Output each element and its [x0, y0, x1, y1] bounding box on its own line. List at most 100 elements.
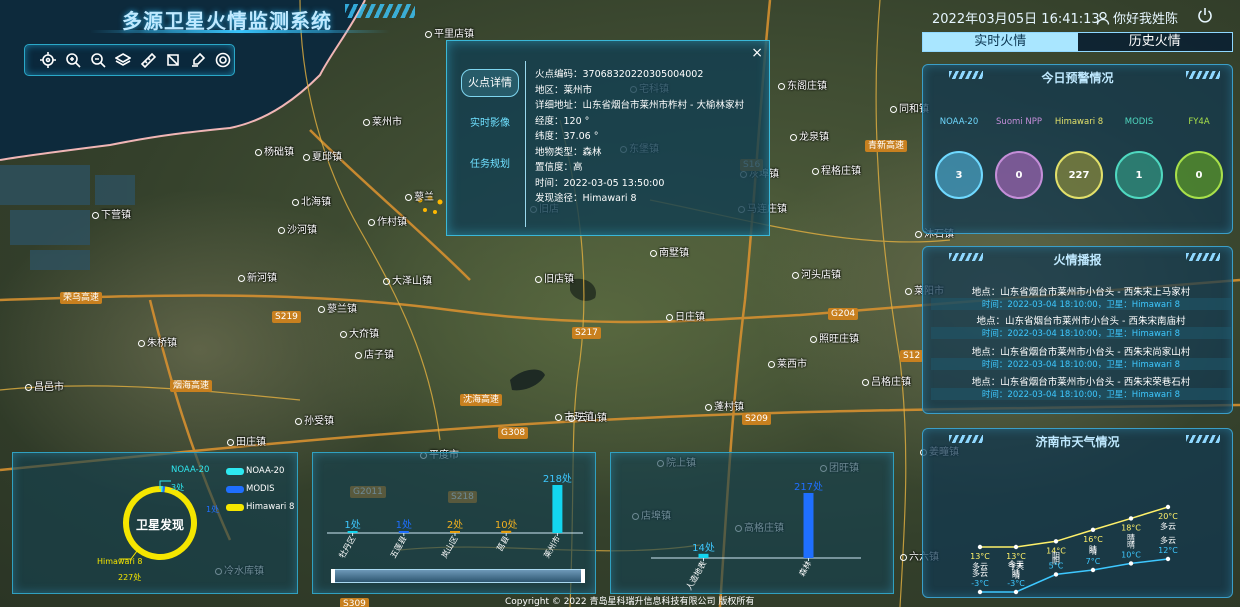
map-place-label: 蓼兰	[405, 188, 434, 203]
broadcast-title: 火情播报	[1053, 253, 1102, 267]
weather-high-point	[977, 544, 983, 550]
tab-history[interactable]: 历史火情	[1077, 33, 1232, 51]
chart-bar[interactable]	[450, 531, 460, 533]
weather-high-point	[1013, 544, 1019, 550]
landtype-chart: 14处人造地表 217处森林	[651, 481, 861, 592]
sat-label-himawari: Himawari 8	[1054, 117, 1104, 127]
map-place-label: 下营镇	[92, 206, 131, 221]
chart-bar[interactable]	[347, 531, 358, 533]
area-icon[interactable]	[164, 52, 181, 69]
legend-swatch-himawari	[226, 504, 244, 511]
chart-scroll-bar[interactable]	[331, 569, 585, 583]
map-road-label: S217	[572, 327, 601, 339]
discover-panel: 卫星发现 NOAA-20 3处 1处 Himawari 8 227处 NOAA-…	[12, 452, 298, 594]
legend-swatch-noaa	[226, 468, 244, 475]
map-place-label: 南墅镇	[650, 244, 689, 259]
sat-count-himawari[interactable]: 227	[1055, 151, 1103, 199]
layers-icon[interactable]	[114, 52, 131, 69]
zoom-in-icon[interactable]	[64, 52, 81, 69]
map-road-label: S309	[340, 598, 369, 607]
map-road-label: S209	[742, 413, 771, 425]
broadcast-place-3[interactable]: 地点：山东省烟台市莱州市小台头 - 西朱宋尚家山村	[931, 344, 1231, 358]
measure-icon[interactable]	[139, 52, 156, 69]
weather-low-temp-label: 10°C	[1121, 550, 1141, 559]
discover-bottom-label: Himawari 8	[97, 557, 143, 566]
chart-bar[interactable]	[398, 531, 409, 533]
chart-value-label: 2处	[447, 519, 463, 531]
tab-realtime-image[interactable]: 实时影像	[461, 114, 519, 134]
weather-high-point	[1165, 504, 1171, 510]
scroll-handle-left[interactable]	[331, 569, 335, 583]
chart-category-label: 人造地表	[684, 559, 709, 592]
sat-count-noaa[interactable]: 3	[935, 151, 983, 199]
fire-detail-popup: × 火点详情 实时影像 任务规划 火点编码：370683202203050040…	[446, 40, 770, 236]
fire-info: 火点编码：37068320220305004002 地区：莱州市 详细地址：山东…	[535, 67, 744, 207]
title-stripes	[345, 4, 415, 18]
map-place-label: 蓼兰镇	[318, 300, 357, 315]
weather-low-cond-label: 晴	[1089, 546, 1097, 556]
tab-fire-detail[interactable]: 火点详情	[461, 69, 519, 97]
map-place-label: 照旺庄镇	[810, 330, 859, 345]
legend-label-modis: MODIS	[246, 484, 275, 494]
map-place-label: 大夼镇	[340, 325, 379, 340]
close-icon[interactable]: ×	[751, 45, 763, 61]
chart-category-label: 五莲县	[388, 534, 409, 560]
scroll-handle-right[interactable]	[581, 569, 585, 583]
weather-low-temp-label: -3°C	[971, 579, 989, 588]
locate-icon[interactable]	[39, 52, 56, 69]
tab-task-planning[interactable]: 任务规划	[461, 155, 519, 175]
clear-icon[interactable]	[189, 52, 206, 69]
sat-count-npp[interactable]: 0	[995, 151, 1043, 199]
map-place-label: 东阁庄镇	[778, 77, 827, 92]
chart-bar[interactable]	[501, 530, 512, 533]
weather-high-point	[1090, 527, 1096, 533]
weather-high-cond-label: 多云	[1160, 521, 1176, 531]
map-place-label: 朱桥镇	[138, 334, 177, 349]
weather-low-cond-label: 阴	[1052, 551, 1060, 560]
popup-divider	[525, 61, 526, 227]
legend-label-himawari: Himawari 8	[246, 502, 295, 512]
sat-count-modis[interactable]: 1	[1115, 151, 1163, 199]
weather-low-temp-label: 12°C	[1158, 546, 1178, 555]
map-place-label: 北海镇	[292, 193, 331, 208]
map-place-label: 田庄镇	[227, 433, 266, 448]
app-title: 多源卫星火情监测系统	[122, 9, 332, 33]
chart-bar[interactable]	[803, 493, 814, 558]
sat-count-fy4a[interactable]: 0	[1175, 151, 1223, 199]
fire-longitude: 经度：120 °	[535, 115, 590, 127]
user-menu[interactable]: 你好我姓陈	[1096, 8, 1178, 27]
landtype-chart-panel: 14处 人造地表 217处 森林	[610, 452, 894, 594]
broadcast-time-2: 时间：2022-03-04 18:10:00，卫星：Himawari 8	[931, 327, 1231, 339]
weather-low-point	[977, 589, 983, 595]
discover-bottom-value: 227处	[118, 573, 142, 582]
weather-low-point	[1128, 561, 1134, 566]
zoom-out-icon[interactable]	[89, 52, 106, 69]
chart-bar[interactable]	[698, 553, 709, 558]
power-icon[interactable]	[1197, 7, 1213, 23]
map-place-label: 杨础镇	[255, 143, 294, 158]
map-road-label: 荣乌高速	[60, 292, 103, 304]
weather-low-temp-label: -3°C	[1007, 579, 1025, 588]
chart-bar[interactable]	[552, 485, 563, 533]
weather-high-temp-label: 16°C	[1083, 535, 1103, 544]
broadcast-place-1[interactable]: 地点：山东省烟台市莱州市小台头 - 西朱宋上马家村	[931, 284, 1231, 298]
chart-value-label: 218处	[543, 473, 572, 485]
chart-category-label: 牡丹区	[337, 534, 358, 560]
weather-low-cond-label: 晴	[1012, 568, 1020, 578]
broadcast-place-2[interactable]: 地点：山东省烟台市莱州市小台头 - 西朱宋南庙村	[931, 313, 1231, 327]
map-place-label: 莱州市	[363, 113, 402, 128]
broadcast-panel: 火情播报 地点：山东省烟台市莱州市小台头 - 西朱宋上马家村 时间：2022-0…	[922, 246, 1233, 414]
alert-panel: 今日预警情况 NOAA-20 Suomi NPP Himawari 8 MODI…	[922, 64, 1233, 234]
settings-icon[interactable]	[214, 52, 231, 69]
weather-high-temp-label: 13°C	[970, 552, 990, 561]
weather-low-cond-label: 多云	[972, 568, 988, 578]
map-road-label: G308	[498, 427, 529, 439]
weather-panel: 济南市天气情况 13°C 多云 13°C 今天晴 14°C 阴 16°C 晴 18°C 晴 20°C…	[922, 428, 1233, 598]
tab-realtime[interactable]: 实时火情	[923, 33, 1078, 51]
broadcast-place-4[interactable]: 地点：山东省烟台市莱州市小台头 - 西朱宋荣巷石村	[931, 374, 1231, 388]
chart-value-label: 217处	[794, 481, 823, 493]
weather-low-temp-label: 5°C	[1049, 561, 1064, 570]
sat-label-npp: Suomi NPP	[996, 117, 1042, 127]
map-place-label: 云山镇	[568, 409, 607, 424]
chart-category-label: 岚山区	[439, 534, 460, 560]
